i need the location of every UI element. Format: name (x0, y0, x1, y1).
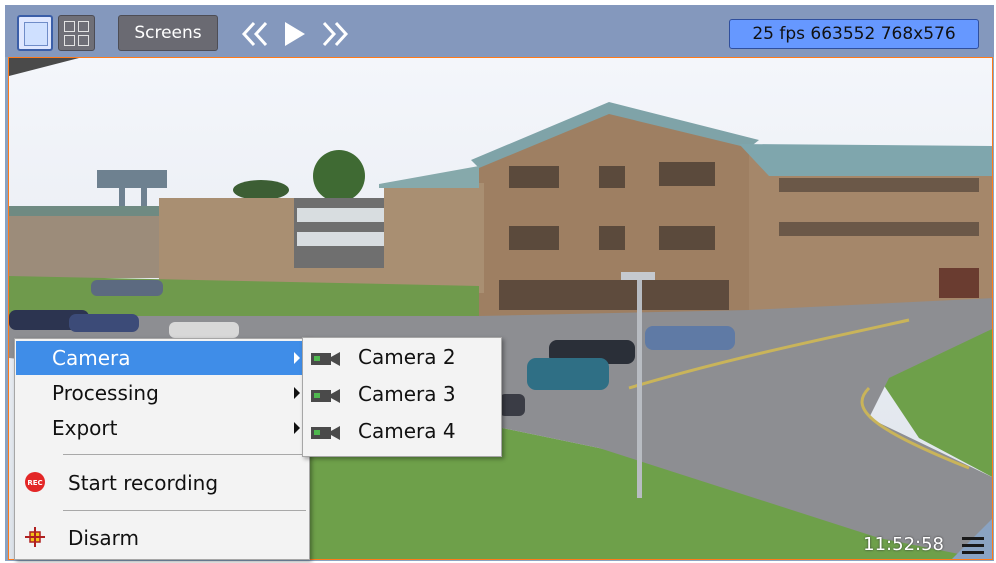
single-view-button[interactable] (17, 15, 53, 51)
menu-separator (63, 454, 306, 455)
menu-item-label: Export (52, 416, 118, 440)
disarm-item[interactable]: Disarm (16, 517, 308, 557)
fast-forward-icon[interactable] (315, 19, 353, 49)
video-timestamp: 11:52:58 (863, 534, 944, 555)
camera-icon (311, 389, 340, 403)
screens-button[interactable]: Screens (118, 15, 218, 51)
hamburger-menu-icon[interactable] (962, 537, 984, 555)
grid-cell-icon (78, 34, 89, 46)
menu-line (962, 537, 984, 540)
menu-line (962, 551, 984, 554)
submenu-item-label: Camera 4 (358, 419, 456, 443)
disarm-icon (25, 527, 45, 547)
camera-icon (311, 426, 340, 440)
menu-item-label: Camera (52, 346, 131, 370)
context-menu: Camera Processing Export REC Start recor… (14, 338, 310, 560)
camera-submenu: Camera 2 Camera 3 Camera 4 (302, 337, 502, 457)
menu-item-export[interactable]: Export (16, 411, 308, 445)
menu-line (962, 544, 984, 547)
svg-text:REC: REC (27, 479, 42, 487)
menu-item-label: Processing (52, 381, 159, 405)
menu-item-label: Disarm (68, 526, 139, 550)
submenu-item-camera-4[interactable]: Camera 4 (304, 414, 500, 450)
play-icon[interactable] (280, 19, 308, 49)
menu-item-camera[interactable]: Camera (16, 341, 308, 375)
submenu-arrow-icon (294, 422, 300, 434)
submenu-item-camera-3[interactable]: Camera 3 (304, 377, 500, 413)
stream-status: 25 fps 663552 768x576 (729, 19, 979, 49)
submenu-item-camera-2[interactable]: Camera 2 (304, 340, 500, 376)
start-recording-item[interactable]: REC Start recording (16, 462, 308, 502)
camera-icon (311, 352, 340, 366)
menu-item-label: Start recording (68, 471, 219, 495)
submenu-item-label: Camera 3 (358, 382, 456, 406)
toolbar: Screens 25 fps 663552 768x576 (5, 5, 994, 57)
menu-item-processing[interactable]: Processing (16, 376, 308, 410)
rec-icon: REC (25, 472, 45, 492)
rewind-icon[interactable] (237, 19, 275, 49)
submenu-item-label: Camera 2 (358, 345, 456, 369)
grid-cell-icon (78, 20, 89, 32)
submenu-arrow-icon (294, 387, 300, 399)
menu-separator (63, 510, 306, 511)
grid-cell-icon (64, 34, 75, 46)
grid-view-button[interactable] (58, 15, 95, 51)
submenu-arrow-icon (294, 352, 300, 364)
grid-cell-icon (64, 20, 75, 32)
